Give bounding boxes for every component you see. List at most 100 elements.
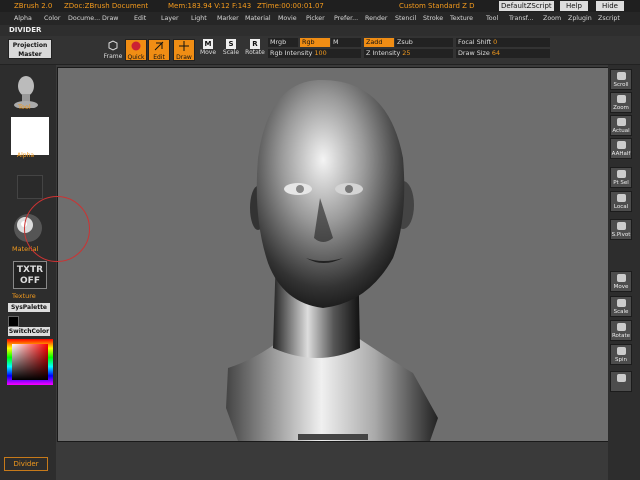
move-icon: M — [203, 39, 213, 49]
draw-size-label: Draw Size — [458, 49, 490, 57]
spin-button[interactable]: Spin — [610, 344, 632, 365]
move-label: Move — [199, 49, 217, 56]
help-button[interactable]: Help — [560, 1, 588, 11]
hide-button[interactable]: Hide — [596, 1, 624, 11]
document-canvas[interactable] — [57, 67, 609, 442]
scroll-button[interactable]: Scroll — [610, 69, 632, 90]
draw-button[interactable]: Draw — [173, 39, 195, 61]
edit-label: Edit — [153, 54, 165, 61]
tool-label[interactable]: Tool — [18, 103, 31, 111]
switchcolor-button[interactable]: SwitchColor — [8, 327, 50, 336]
menu-movie[interactable]: Movie — [278, 12, 297, 25]
aahalf-button[interactable]: AAHalf — [610, 138, 632, 159]
rgb-intensity-value: 100 — [314, 49, 327, 57]
stroke-thumbnail[interactable] — [17, 175, 43, 199]
menu-layer[interactable]: Layer — [161, 12, 179, 25]
projection-master-button[interactable]: Projection Master — [8, 39, 52, 59]
draw-icon — [179, 41, 189, 51]
master-label: Master — [18, 51, 42, 58]
scroll-label: Scroll — [613, 82, 629, 88]
z-intensity-label: Z Intensity — [366, 49, 401, 57]
frame-icon — [108, 40, 118, 51]
zsub-toggle[interactable]: Zsub — [395, 38, 453, 47]
scale-view-button[interactable]: Scale — [610, 296, 632, 317]
menu-stencil[interactable]: Stencil — [395, 12, 416, 25]
rotate-icon: R — [250, 39, 260, 49]
quick-button[interactable]: Quick — [125, 39, 147, 61]
rotate-view-label: Rotate — [611, 333, 630, 339]
menu-preferences[interactable]: Prefer... — [334, 12, 358, 25]
zadd-toggle[interactable]: Zadd — [364, 38, 394, 47]
secondary-color-swatch[interactable] — [8, 316, 19, 327]
focal-shift-slider[interactable]: Focal Shift 0 — [456, 38, 550, 47]
scale-view-label: Scale — [613, 309, 629, 315]
scale-label: Scale — [222, 49, 240, 56]
z-intensity-value: 25 — [402, 49, 411, 57]
alpha-thumbnail[interactable] — [11, 117, 49, 155]
menu-render[interactable]: Render — [365, 12, 387, 25]
spin-label: Spin — [615, 357, 627, 363]
pt-sel-button[interactable]: Pt Sel — [610, 167, 632, 188]
menu-alpha[interactable]: Alpha — [14, 12, 32, 25]
divider-header: DIVIDER — [0, 25, 640, 36]
spin-icon — [617, 347, 626, 355]
local-button[interactable]: Local — [610, 191, 632, 212]
menu-texture[interactable]: Texture — [450, 12, 473, 25]
menu-zoom[interactable]: Zoom — [543, 12, 561, 25]
rotate-view-icon — [617, 323, 626, 331]
menu-zscript[interactable]: Zscript — [598, 12, 620, 25]
snapshot-button[interactable] — [610, 371, 632, 392]
draw-size-slider[interactable]: Draw Size 64 — [456, 49, 550, 58]
texture-off-thumbnail[interactable]: TXTR OFF — [13, 261, 47, 289]
move-view-button[interactable]: Move — [610, 271, 632, 292]
actual-button[interactable]: Actual — [610, 115, 632, 136]
menu-picker[interactable]: Picker — [306, 12, 325, 25]
txtr-line2: OFF — [20, 276, 40, 286]
left-shelf: Tool Alpha Material TXTR OFF Texture Sys… — [0, 65, 56, 480]
menu-edit[interactable]: Edit — [134, 12, 146, 25]
edit-icon — [154, 41, 164, 51]
alpha-label[interactable]: Alpha — [17, 152, 34, 159]
menu-document[interactable]: Docume... — [68, 12, 100, 25]
default-zscript-button[interactable]: DefaultZScript — [499, 1, 554, 11]
menu-material[interactable]: Material — [245, 12, 271, 25]
s-pivot-label: S.Pivot — [611, 232, 631, 238]
canvas-scroll-handle[interactable] — [298, 434, 368, 440]
menu-stroke[interactable]: Stroke — [423, 12, 443, 25]
right-shelf: Scroll Zoom Actual AAHalf Pt Sel Local S… — [608, 65, 640, 480]
scroll-icon — [617, 72, 626, 80]
layout-name[interactable]: Custom Standard Z D — [399, 0, 475, 12]
color-picker[interactable] — [7, 339, 53, 385]
divider-button[interactable]: Divider — [4, 457, 48, 471]
menu-marker[interactable]: Marker — [217, 12, 239, 25]
rgb-toggle[interactable]: Rgb — [300, 38, 330, 47]
m-toggle[interactable]: M — [331, 38, 361, 47]
mrgb-toggle[interactable]: Mrgb — [268, 38, 298, 47]
focal-shift-value: 0 — [493, 38, 498, 46]
quick-sphere-icon — [131, 41, 141, 51]
rotate-button[interactable]: R Rotate — [244, 39, 266, 61]
menu-tool[interactable]: Tool — [486, 12, 498, 25]
syspalette-button[interactable]: SysPalette — [8, 303, 50, 312]
menu-color[interactable]: Color — [44, 12, 60, 25]
s-pivot-button[interactable]: S.Pivot — [610, 219, 632, 240]
edit-button[interactable]: Edit — [148, 39, 170, 61]
frame-button[interactable]: Frame — [103, 39, 123, 61]
zoom-button[interactable]: Zoom — [610, 92, 632, 113]
rgb-intensity-slider[interactable]: Rgb Intensity 100 — [268, 49, 361, 58]
move-button[interactable]: M Move — [198, 39, 218, 61]
menu-light[interactable]: Light — [191, 12, 207, 25]
frame-label: Frame — [103, 53, 123, 60]
s-pivot-icon — [617, 222, 626, 230]
aahalf-label: AAHalf — [611, 151, 631, 157]
bust-iris-right — [345, 185, 353, 193]
menu-zplugin[interactable]: Zplugin — [568, 12, 592, 25]
mem-readout: Mem:183.94 V:12 F:143 — [168, 2, 252, 10]
menu-draw[interactable]: Draw — [102, 12, 118, 25]
z-intensity-slider[interactable]: Z Intensity 25 — [364, 49, 453, 58]
menu-transform[interactable]: Transf... — [509, 12, 533, 25]
rotate-view-button[interactable]: Rotate — [610, 320, 632, 341]
scale-button[interactable]: S Scale — [221, 39, 241, 61]
texture-label[interactable]: Texture — [12, 292, 36, 300]
aahalf-icon — [617, 141, 626, 149]
